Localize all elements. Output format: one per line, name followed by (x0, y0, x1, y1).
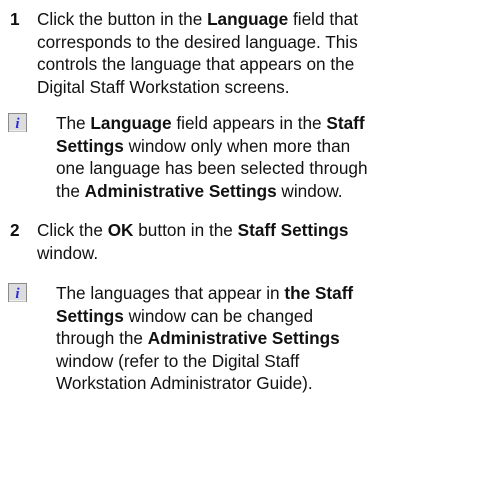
ui-term-settings: Settings (56, 135, 124, 156)
text-run: window. (37, 242, 99, 263)
text-line: The languages that appear in the Staff (56, 282, 497, 305)
ui-term-language: Language (90, 113, 172, 133)
step-number: 2 (10, 220, 20, 240)
ui-term-administrative-settings: Administrative Settings (147, 328, 340, 348)
text-run: controls the language that appears on th… (37, 54, 355, 74)
step-number: 1 (10, 9, 20, 29)
text-run: button in the (133, 220, 238, 240)
text-run: Click the button in the (37, 9, 208, 29)
ui-term-settings: Settings (56, 305, 124, 326)
ui-term-staff-settings: Staff Settings (237, 220, 349, 240)
text-line: window (refer to the Digital Staff (56, 350, 497, 373)
info-icon: i (8, 283, 27, 302)
text-line: through the Administrative Settings (56, 327, 497, 350)
text-line: one language has been selected through (56, 157, 497, 180)
text-line: Workstation Administrator Guide). (56, 372, 497, 395)
note-text: The Language field appears in the Staff … (37, 112, 497, 202)
text-line: Digital Staff Workstation screens. (37, 76, 497, 99)
text-line: Settings window can be changed (56, 305, 497, 328)
text-line: controls the language that appears on th… (37, 53, 497, 76)
text-line: the Administrative Settings window. (56, 180, 497, 203)
step-text: Click the button in the Language field t… (37, 8, 497, 98)
note-text: The languages that appear in the Staff S… (37, 282, 497, 395)
text-run: Workstation Administrator Guide). (56, 373, 313, 393)
text-line: window. (37, 242, 497, 265)
text-run: one language has been selected through (56, 158, 368, 178)
info-icon: i (8, 113, 27, 132)
ui-term-the-staff: the Staff (284, 283, 354, 303)
text-run: window. (276, 180, 343, 201)
text-line: Settings window only when more than (56, 135, 497, 158)
text-run: The (56, 113, 91, 133)
text-run: through the (56, 328, 148, 348)
text-line: Click the OK button in the Staff Setting… (37, 219, 497, 242)
text-run: field that (288, 9, 358, 29)
text-line: The Language field appears in the Staff (56, 112, 497, 135)
ui-term-staff: Staff (326, 113, 365, 133)
text-run: Click the (37, 220, 108, 240)
ui-term-ok: OK (107, 220, 134, 240)
instructions-page: 1 Click the button in the Language field… (0, 0, 500, 483)
text-run: window only when more than (123, 135, 351, 156)
text-run: the (56, 180, 85, 201)
text-line: corresponds to the desired language. Thi… (37, 31, 497, 54)
text-run: field appears in the (171, 113, 327, 133)
text-run: corresponds to the desired language. Thi… (37, 31, 358, 52)
text-run: window can be changed (123, 305, 314, 326)
text-run: Digital Staff Workstation screens. (37, 76, 290, 97)
ui-term-language: Language (207, 9, 289, 29)
step-text: Click the OK button in the Staff Setting… (37, 219, 497, 264)
text-line: Click the button in the Language field t… (37, 8, 497, 31)
text-run: window (refer to the Digital Staff (56, 350, 300, 371)
text-run: The languages that appear in (56, 283, 285, 303)
ui-term-administrative-settings: Administrative Settings (84, 180, 277, 201)
